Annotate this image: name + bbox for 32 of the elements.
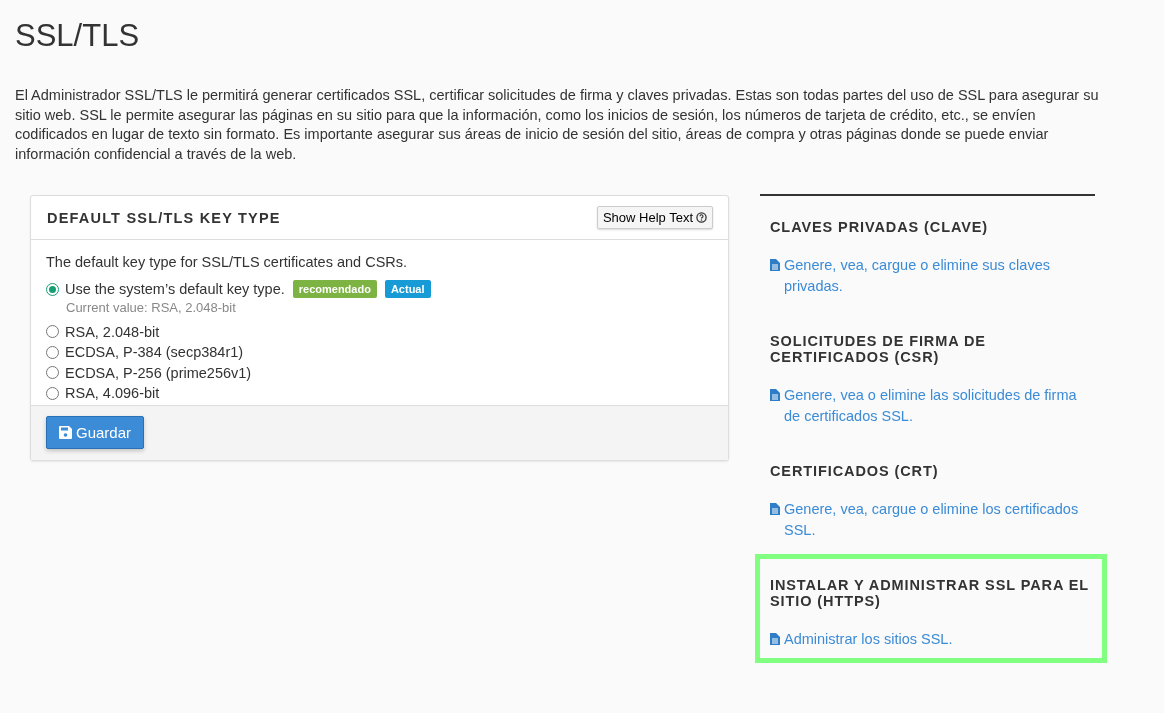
intro-text: The default key type for SSL/TLS certificates and CSRs.: [46, 254, 409, 270]
save-button[interactable]: Guardar: [46, 416, 145, 449]
section-link[interactable]: Genere, vea, cargue o elimine sus claves privadas.: [770, 255, 1085, 297]
section-link[interactable]: Genere, vea o elimine las solicitudes de firma de certificados SSL.: [770, 385, 1085, 427]
section-heading: INSTALAR Y ADMINISTRAR SSL PARA EL SITIO (HTTPS): [770, 577, 1090, 609]
option-label: Use the system’s default key type.: [65, 281, 285, 298]
radio-button[interactable]: [46, 325, 59, 339]
document-icon: [770, 633, 780, 645]
page-title: SSL/TLS: [15, 18, 141, 54]
option-label: RSA, 2.048-bit: [65, 323, 160, 340]
document-icon: [770, 389, 780, 401]
status-badge: Actual: [384, 280, 431, 299]
option-label: ECDSA, P-256 (prime256v1): [65, 364, 252, 381]
document-icon: [770, 503, 780, 515]
radio-button[interactable]: [46, 366, 59, 380]
option-label: ECDSA, P-384 (secp384r1): [65, 344, 244, 361]
description-text: El Administrador SSL/TLS le permitirá generar certificados SSL, certificar solicitudes de firma y claves privadas. Estas son todas partes del uso de SSL para asegurar su sitio web. SSL le permite asegurar las páginas en su sitio para que la información, como los inicios de sesión, los números de tarjeta de crédito, etc., se envíen codificados en lugar de texto sin formato. Es importante asegurar sus áreas de inicio de sesión del sitio, áreas de compra y otras páginas donde se puede enviar información confidencial a través de la web.: [15, 86, 1100, 164]
panel-title: DEFAULT SSL/TLS KEY TYPE: [47, 209, 281, 226]
document-icon: [770, 259, 780, 271]
help-button[interactable]: Show Help Text: [596, 206, 713, 229]
help-icon: [696, 212, 707, 223]
radio-button[interactable]: [46, 282, 59, 296]
section-link[interactable]: Genere, vea, cargue o elimine los certificados SSL.: [770, 499, 1085, 541]
option-label: RSA, 4.096-bit: [65, 385, 160, 402]
section-heading: CERTIFICADOS (CRT): [770, 463, 940, 479]
radio-button[interactable]: [46, 345, 59, 359]
status-badge: recomendado: [292, 280, 377, 299]
section-heading: SOLICITUDES DE FIRMA DE CERTIFICADOS (CSR): [770, 333, 987, 365]
section-heading: CLAVES PRIVADAS (CLAVE): [770, 219, 990, 235]
section-link[interactable]: Administrar los sitios SSL.: [770, 629, 1092, 650]
current-value-note: Current value: RSA, 2.048-bit: [66, 299, 237, 317]
radio-button[interactable]: [46, 386, 59, 400]
